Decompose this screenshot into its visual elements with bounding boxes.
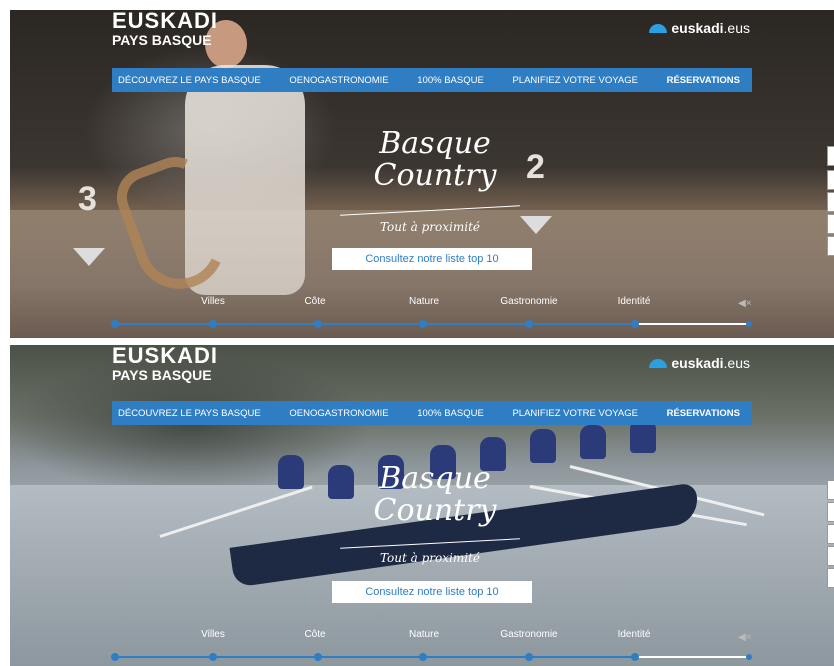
slider-dot-gastronomie[interactable] <box>525 653 533 661</box>
slider-dot-identite[interactable] <box>631 320 639 328</box>
category-nature[interactable]: Nature <box>409 296 439 307</box>
nav-planifiez[interactable]: PLANIFIEZ VOTRE VOYAGE <box>512 75 637 86</box>
hero-slide-rowing: EUSKADI PAYS BASQUE euskadi.eus DÉCOUVRE… <box>10 345 834 666</box>
wall-number-2: 2 <box>526 148 545 186</box>
slider-track[interactable] <box>111 320 752 328</box>
logo-line1: EUSKADI <box>112 345 219 368</box>
slider-dot-identite[interactable] <box>631 653 639 661</box>
hero-title-line2: Country <box>373 493 497 528</box>
rower <box>530 429 556 463</box>
nav-decouvrez[interactable]: DÉCOUVREZ LE PAYS BASQUE <box>118 75 261 86</box>
hero-title-line2: Country <box>373 158 497 193</box>
hero-title-line1: Basque <box>379 126 491 161</box>
slider-progress <box>637 323 749 325</box>
category-villes[interactable]: Villes <box>201 629 225 640</box>
nav-reservations[interactable]: RÉSERVATIONS <box>667 408 740 419</box>
slider-dot-start[interactable] <box>111 320 119 328</box>
wall-number-3: 3 <box>78 180 97 218</box>
side-tab[interactable] <box>827 568 834 588</box>
side-tab[interactable] <box>827 524 834 544</box>
slider-progress <box>637 656 749 658</box>
euskadi-arc-icon <box>649 23 668 33</box>
hero-title: Basque Country <box>370 463 500 527</box>
side-tab[interactable] <box>827 502 834 522</box>
slider-dot-end[interactable] <box>746 654 752 660</box>
logo-line1: EUSKADI <box>112 10 219 33</box>
slider-dot-start[interactable] <box>111 653 119 661</box>
side-tab[interactable] <box>827 480 834 500</box>
euskadi-arc-icon <box>649 358 668 368</box>
side-tab[interactable] <box>827 146 834 166</box>
rower <box>580 425 606 459</box>
euskadi-link-suffix: .eus <box>723 20 750 36</box>
main-nav: DÉCOUVREZ LE PAYS BASQUE OENOGASTRONOMIE… <box>112 401 752 425</box>
euskadi-logo[interactable]: EUSKADI PAYS BASQUE <box>112 345 218 382</box>
slider-dot-cote[interactable] <box>314 653 322 661</box>
euskadi-eus-link[interactable]: euskadi.eus <box>649 20 750 36</box>
euskadi-link-bold: euskadi <box>671 20 724 36</box>
side-tab[interactable] <box>827 236 834 256</box>
top10-button[interactable]: Consultez notre liste top 10 <box>332 248 532 270</box>
slider-dot-end[interactable] <box>746 321 752 327</box>
side-tab[interactable] <box>827 546 834 566</box>
euskadi-eus-link[interactable]: euskadi.eus <box>649 355 750 371</box>
nav-100-basque[interactable]: 100% BASQUE <box>417 408 484 419</box>
rower <box>278 455 304 489</box>
hero-title-line1: Basque <box>379 461 491 496</box>
nav-planifiez[interactable]: PLANIFIEZ VOTRE VOYAGE <box>512 408 637 419</box>
speaker-mute-icon[interactable]: ◀× <box>738 298 754 309</box>
category-gastronomie[interactable]: Gastronomie <box>500 296 557 307</box>
slider-dot-villes[interactable] <box>209 653 217 661</box>
category-identite[interactable]: Identité <box>618 296 651 307</box>
hero-title: Basque Country <box>370 128 500 192</box>
slider-dot-villes[interactable] <box>209 320 217 328</box>
main-nav: DÉCOUVREZ LE PAYS BASQUE OENOGASTRONOMIE… <box>112 68 752 92</box>
slider-dot-nature[interactable] <box>419 653 427 661</box>
euskadi-logo[interactable]: EUSKADI PAYS BASQUE <box>112 10 218 47</box>
category-cote[interactable]: Côte <box>304 629 325 640</box>
slider-dot-gastronomie[interactable] <box>525 320 533 328</box>
speaker-mute-icon[interactable]: ◀× <box>738 632 754 643</box>
side-tab[interactable] <box>827 214 834 234</box>
hero-slide-pelota: 3 2 EUSKADI PAYS BASQUE euskadi.eus DÉCO… <box>10 10 834 338</box>
side-tab[interactable] <box>827 170 834 190</box>
category-identite[interactable]: Identité <box>618 629 651 640</box>
nav-reservations[interactable]: RÉSERVATIONS <box>667 75 740 86</box>
slider-dot-nature[interactable] <box>419 320 427 328</box>
logo-line2: PAYS BASQUE <box>112 32 212 48</box>
category-villes[interactable]: Villes <box>201 296 225 307</box>
hero-tagline: Tout à proximité <box>379 551 481 565</box>
side-tab[interactable] <box>827 192 834 212</box>
slider-track[interactable] <box>111 653 752 661</box>
category-cote[interactable]: Côte <box>304 296 325 307</box>
wall-arrow-right <box>520 216 552 234</box>
nav-100-basque[interactable]: 100% BASQUE <box>417 75 484 86</box>
euskadi-link-suffix: .eus <box>723 355 750 371</box>
category-nature[interactable]: Nature <box>409 629 439 640</box>
rower <box>328 465 354 499</box>
wall-arrow-left <box>73 248 105 266</box>
nav-decouvrez[interactable]: DÉCOUVREZ LE PAYS BASQUE <box>118 408 261 419</box>
category-gastronomie[interactable]: Gastronomie <box>500 629 557 640</box>
nav-oenogastronomie[interactable]: OENOGASTRONOMIE <box>289 75 388 86</box>
nav-oenogastronomie[interactable]: OENOGASTRONOMIE <box>289 408 388 419</box>
slider-dot-cote[interactable] <box>314 320 322 328</box>
logo-line2: PAYS BASQUE <box>112 367 212 383</box>
euskadi-link-bold: euskadi <box>671 355 724 371</box>
hero-tagline: Tout à proximité <box>379 220 481 234</box>
top10-button[interactable]: Consultez notre liste top 10 <box>332 581 532 603</box>
